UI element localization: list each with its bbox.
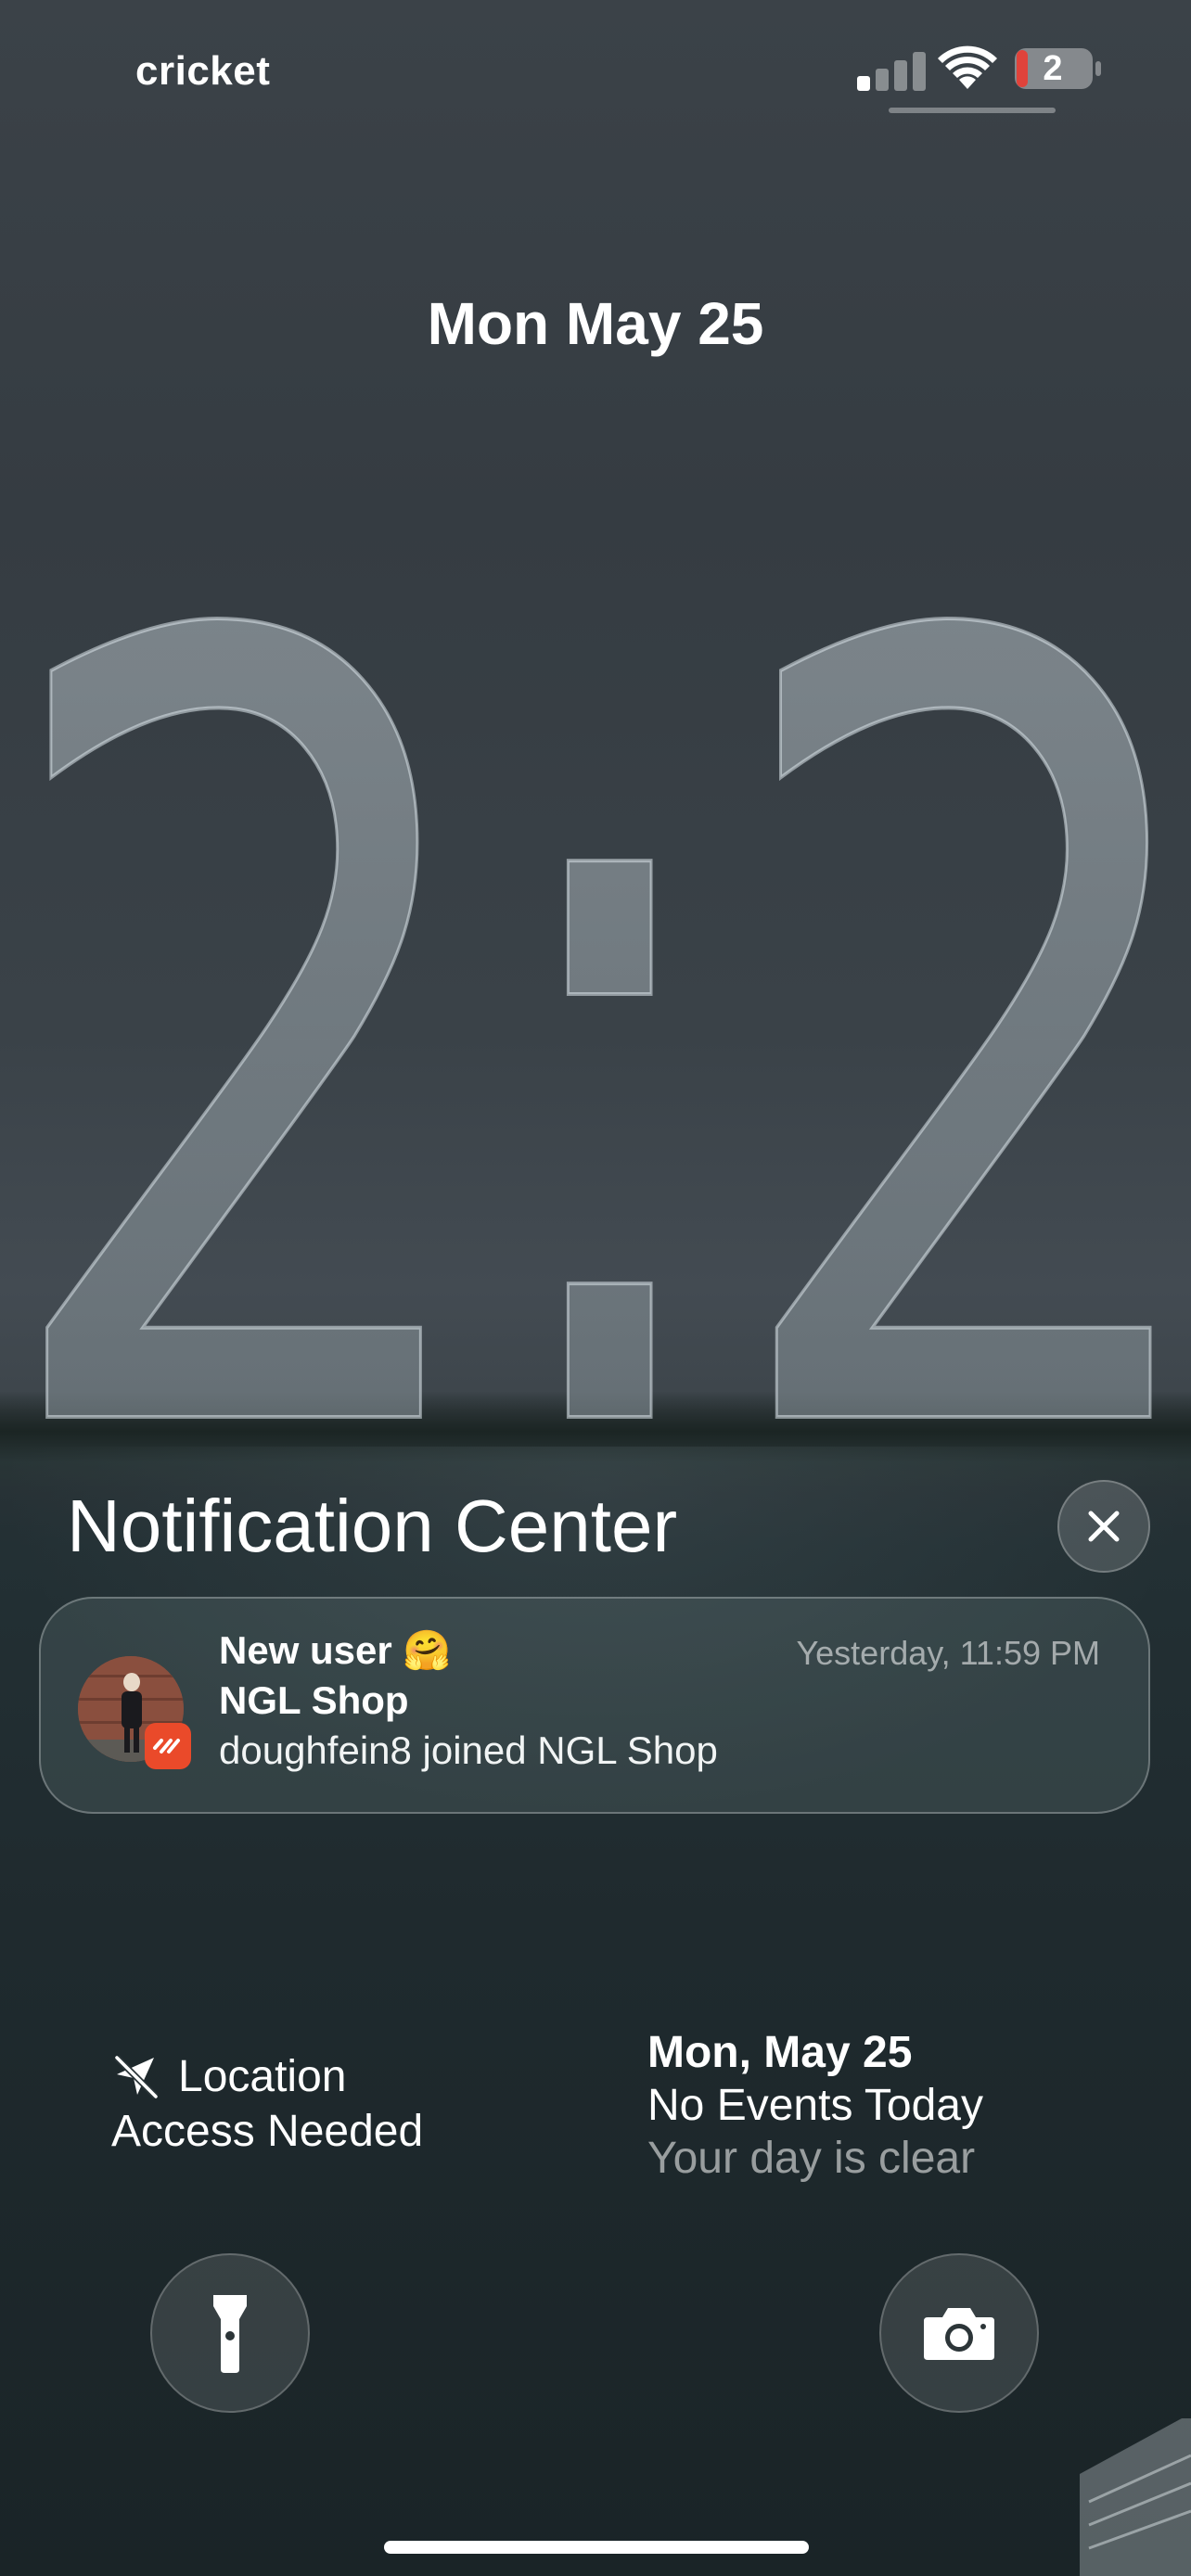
location-widget-title: Location (178, 2052, 347, 2101)
notification-app-name: NGL Shop (219, 1678, 409, 1722)
calendar-widget-date: Mon, May 25 (647, 2028, 913, 2077)
battery-percentage: 2 (1043, 49, 1063, 88)
clear-notifications-button[interactable] (1057, 1480, 1150, 1573)
notification-title: New user 🤗 (219, 1628, 452, 1672)
notification-body: doughfein8 joined NGL Shop (219, 1728, 718, 1772)
location-slash-icon (114, 2055, 159, 2098)
camera-button[interactable] (879, 2253, 1039, 2413)
camera-icon (924, 2308, 994, 2360)
lock-screen-date: Mon May 25 (427, 290, 764, 357)
home-indicator[interactable] (384, 2541, 809, 2554)
clock-time: 12:25 (0, 418, 1191, 1437)
flashlight-button[interactable] (150, 2253, 310, 2413)
carrier-label: cricket (135, 48, 271, 94)
control-center-grabber[interactable] (889, 108, 1056, 113)
lock-screen: cricket 2 Mon May 25 12:25 Notification … (0, 0, 1191, 2576)
ngl-app-icon (145, 1723, 191, 1769)
location-widget[interactable]: Location Access Needed (111, 2051, 423, 2157)
location-widget-line1: Location (111, 2051, 423, 2102)
calendar-widget-subtitle: Your day is clear (647, 2134, 976, 2183)
cellular-signal-icon (857, 52, 926, 91)
notification-timestamp: Yesterday, 11:59 PM (796, 1634, 1100, 1672)
lock-screen-clock: 12:25 (0, 416, 1191, 1437)
location-widget-subtitle: Access Needed (111, 2107, 424, 2156)
notification-center-title: Notification Center (67, 1485, 678, 1567)
wallpaper-building (1080, 2418, 1191, 2576)
notification-card[interactable]: New user 🤗 NGL Shop doughfein8 joined NG… (39, 1597, 1150, 1814)
calendar-widget[interactable]: Mon, May 25 No Events Today Your day is … (647, 2027, 983, 2184)
calendar-widget-events: No Events Today (647, 2081, 983, 2130)
flashlight-icon (213, 2295, 247, 2373)
wifi-icon (938, 45, 997, 89)
close-icon (1088, 1511, 1120, 1542)
